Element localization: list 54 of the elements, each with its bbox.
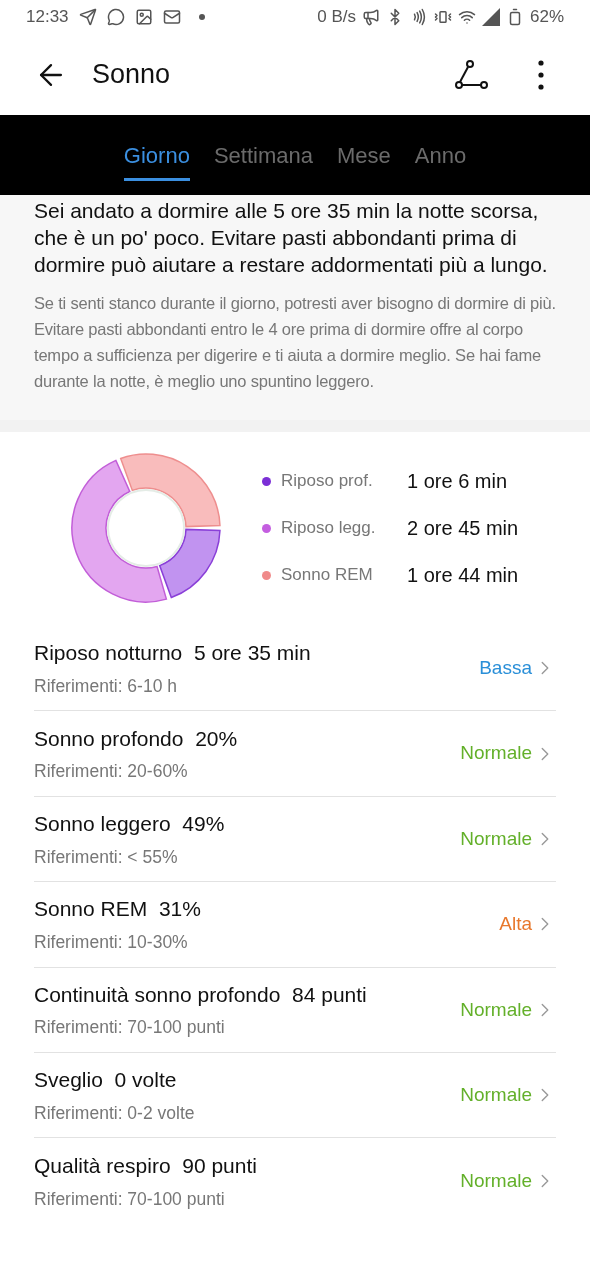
summary-description: Se ti senti stanco durante il giorno, potresti aver bisogno di dormire di più. Evitare pasti abbondanti entro le 4 ore prima di dormire offre al corpo tempo a sufficienza per digerire e ti aiuta a dormire meglio. Se hai fame durante la notte, è meglio uno spuntino leggero. (34, 293, 556, 392)
image-icon (134, 8, 153, 26)
metric-reference: Riferimenti: 70-100 punti (34, 1187, 226, 1211)
tab[interactable]: Mese (336, 129, 391, 181)
metric-status: Normale (460, 741, 532, 766)
metric-reference: Riferimenti: 70-100 punti (34, 1016, 226, 1040)
tab[interactable]: Giorno (123, 129, 190, 181)
mail-icon (162, 8, 181, 26)
legend-label: Sonno REM (281, 564, 374, 587)
metric-row[interactable]: Sveglio 0 volte Riferimenti: 0-2 volte Normale (34, 1052, 556, 1139)
metric-row[interactable]: Sonno leggero 49% Riferimenti: < 55% Normale (34, 796, 556, 883)
signal-icon (481, 8, 500, 26)
metric-status: Alta (499, 912, 532, 937)
vibrate-icon (433, 8, 452, 26)
metric-row[interactable]: Qualità respiro 90 punti Riferimenti: 70-100 punti Normale (34, 1138, 556, 1224)
page-title: Sonno (92, 58, 171, 92)
network-speed: 0 B/s (317, 6, 356, 29)
metric-status: Normale (460, 1082, 532, 1107)
metric-status: Bassa (479, 655, 532, 680)
legend-value: 2 ore 45 min (407, 516, 519, 541)
tab[interactable]: Settimana (213, 129, 313, 181)
legend-label: Riposo legg. (281, 517, 377, 540)
metric-title: Sonno profondo 20% (34, 725, 239, 752)
metric-status: Normale (460, 997, 532, 1022)
metric-reference: Riferimenti: 0-2 volte (34, 1101, 196, 1125)
metric-title: Sonno REM 31% (34, 896, 202, 923)
paper-plane-icon (78, 8, 97, 26)
legend-label: Riposo prof. (281, 470, 374, 493)
legend-value: 1 ore 6 min (407, 469, 508, 494)
metric-reference: Riferimenti: 20-60% (34, 760, 189, 784)
metric-row[interactable]: Sonno REM 31% Riferimenti: 10-30% Alta (34, 882, 556, 968)
more-icon (538, 59, 544, 90)
status-time: 12:33 (26, 6, 69, 29)
megaphone-icon (361, 8, 380, 26)
battery-level: 62% (529, 6, 564, 29)
tab[interactable]: Anno (414, 129, 467, 181)
metric-row[interactable]: Continuità sonno profondo 84 punti Riferimenti: 70-100 punti Normale (34, 967, 556, 1053)
chat-bubble-icon (106, 8, 125, 26)
metric-title: Sveglio 0 volte (34, 1067, 178, 1094)
summary-headline: Sei andato a dormire alle 5 ore 35 min la notte scorsa, che è un po' poco. Evitare pasti abbondanti prima di dormire può aiutare a restare addormentati più a lungo. (34, 198, 549, 278)
share-icon[interactable] (454, 59, 488, 90)
metric-title: Continuità sonno profondo 84 punti (34, 981, 368, 1008)
metric-reference: Riferimenti: 10-30% (34, 931, 189, 954)
metric-title: Riposo notturno 5 ore 35 min (34, 640, 312, 667)
legend-value: 1 ore 44 min (407, 563, 519, 588)
metric-row[interactable]: Riposo notturno 5 ore 35 min Riferimenti: 6-10 h Bassa (34, 626, 556, 712)
metric-reference: Riferimenti: 6-10 h (34, 674, 178, 698)
metric-title: Qualità respiro 90 punti (34, 1153, 258, 1180)
metric-title: Sonno leggero 49% (34, 811, 226, 838)
metric-status: Normale (460, 1168, 532, 1193)
metric-row[interactable]: Sonno profondo 20% Riferimenti: 20-60% Normale (34, 711, 556, 797)
metric-reference: Riferimenti: < 55% (34, 845, 179, 869)
wifi-icon (457, 8, 476, 26)
metric-status: Normale (460, 826, 532, 851)
